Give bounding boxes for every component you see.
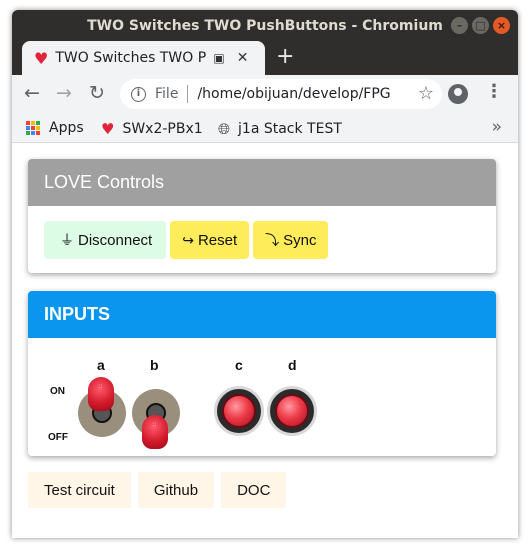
reset-label: Reset	[197, 231, 238, 249]
pushbutton-cap	[275, 394, 309, 428]
window-title: TWO Switches TWO PushButtons - Chromium	[87, 17, 443, 34]
pushbutton-c[interactable]	[214, 386, 264, 436]
switch-a-label: a	[97, 357, 105, 373]
bookmarks-overflow-icon[interactable]: »	[492, 117, 502, 137]
account-icon[interactable]	[448, 84, 468, 104]
sync-icon: ⤵	[265, 232, 280, 248]
bookmark-label: Apps	[49, 120, 84, 136]
bookmark-label: j1a Stack TEST	[238, 121, 342, 137]
back-icon[interactable]: ←	[24, 83, 40, 103]
forward-icon[interactable]: →	[56, 83, 72, 103]
switch-knob: ::	[142, 415, 168, 449]
pushbutton-c-label: c	[235, 357, 243, 373]
switch-a[interactable]: ::	[78, 377, 126, 437]
bookmarks-bar: Apps ♥ SWx2-PBx1 🌐︎ j1a Stack TEST »	[12, 114, 518, 143]
bookmark-swx2-pbx1[interactable]: ♥ SWx2-PBx1	[101, 120, 203, 138]
inputs-card: INPUTS a b c d ON OFF :: ::	[28, 291, 496, 456]
disconnect-label: Disconnect	[78, 231, 153, 249]
close-tab-icon[interactable]: ✕	[237, 50, 249, 66]
apps-grid-icon	[26, 121, 40, 135]
new-tab-button[interactable]: +	[276, 46, 294, 68]
url-text[interactable]: /home/obijuan/develop/FPG...	[197, 86, 392, 102]
browser-toolbar: ← → ↻ i File /home/obijuan/develop/FPG..…	[12, 75, 518, 114]
plug-icon: ⏚	[60, 232, 74, 248]
browser-window: TWO Switches TWO PushButtons - Chromium …	[12, 10, 518, 538]
minimize-icon[interactable]: –	[451, 17, 468, 34]
page-content: LOVE Controls ⏚ Disconnect ↪ Reset ⤵ Syn…	[12, 143, 518, 538]
footer-links: Test circuit Github DOC	[28, 472, 287, 508]
bookmark-apps[interactable]: Apps	[26, 120, 84, 136]
scheme-label: File	[155, 86, 179, 102]
bookmark-label: SWx2-PBx1	[122, 121, 203, 137]
info-icon[interactable]: i	[131, 86, 146, 102]
maximize-icon[interactable]: □	[472, 17, 489, 34]
switch-b-label: b	[150, 357, 159, 373]
sync-label: Sync	[283, 231, 317, 249]
tab-active[interactable]: ♥ TWO Switches TWO Pu ▣ ✕	[22, 41, 265, 75]
window-titlebar[interactable]: TWO Switches TWO PushButtons - Chromium …	[12, 10, 518, 41]
reset-button[interactable]: ↪ Reset	[170, 221, 250, 259]
heart-icon: ♥	[34, 48, 49, 68]
omnibox-separator	[187, 85, 189, 103]
reset-icon: ↪	[182, 231, 194, 248]
heart-icon: ♥	[101, 120, 115, 138]
on-label: ON	[50, 386, 65, 397]
window-controls: – □ ×	[451, 17, 510, 34]
switch-knob: ::	[88, 377, 114, 411]
love-controls-title: LOVE Controls	[28, 159, 496, 206]
doc-link[interactable]: DOC	[221, 472, 287, 508]
media-icon: ▣	[213, 51, 225, 65]
address-bar[interactable]: i File /home/obijuan/develop/FPG... ☆	[120, 79, 442, 109]
disconnect-button[interactable]: ⏚ Disconnect	[44, 221, 167, 259]
bookmark-j1a-stack-test[interactable]: 🌐︎ j1a Stack TEST	[218, 120, 342, 138]
off-label: OFF	[48, 432, 68, 443]
menu-icon[interactable]: ⋮	[485, 81, 503, 102]
switch-b[interactable]: ::	[132, 389, 180, 449]
test-circuit-link[interactable]: Test circuit	[28, 472, 131, 508]
github-link[interactable]: Github	[137, 472, 215, 508]
love-button-row: ⏚ Disconnect ↪ Reset ⤵ Sync	[28, 206, 496, 273]
tab-strip: ♥ TWO Switches TWO Pu ▣ ✕ +	[12, 41, 518, 75]
close-window-icon[interactable]: ×	[493, 17, 510, 34]
inputs-title: INPUTS	[28, 291, 496, 338]
tab-title: TWO Switches TWO Pu	[55, 50, 208, 66]
pushbutton-cap	[222, 394, 256, 428]
pushbutton-d[interactable]	[267, 386, 317, 436]
pushbutton-d-label: d	[288, 357, 297, 373]
star-icon[interactable]: ☆	[418, 83, 434, 104]
love-controls-card: LOVE Controls ⏚ Disconnect ↪ Reset ⤵ Syn…	[28, 159, 496, 273]
globe-icon: 🌐︎	[218, 120, 231, 138]
inputs-body: a b c d ON OFF :: ::	[28, 338, 496, 456]
reload-icon[interactable]: ↻	[89, 83, 105, 103]
sync-button[interactable]: ⤵ Sync	[253, 221, 329, 259]
